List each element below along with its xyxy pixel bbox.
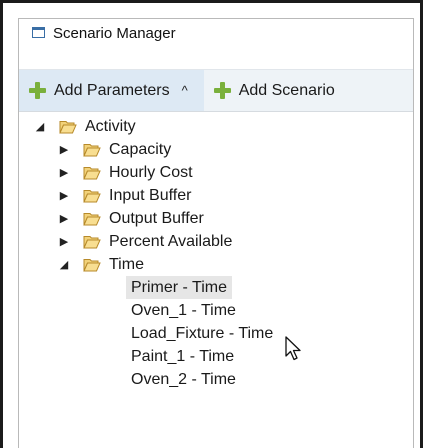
add-scenario-button[interactable]: Add Scenario (204, 70, 345, 111)
collapse-toggle-icon[interactable]: ▶ (59, 166, 69, 179)
folder-open-icon (83, 212, 101, 226)
tree-node-output-buffer[interactable]: ▶ Output Buffer (59, 207, 204, 230)
title-bar: Scenario Manager (19, 19, 413, 51)
tree-leaf-primer-time[interactable]: Primer - Time (126, 276, 232, 299)
mouse-cursor-icon (285, 336, 301, 361)
collapse-toggle-icon[interactable]: ▶ (59, 143, 69, 156)
scenario-manager-panel: Scenario Manager Add Parameters ^ Add Sc… (18, 18, 414, 448)
tree-node-label: Output Buffer (109, 209, 204, 227)
expand-toggle-icon[interactable]: ◢ (35, 120, 45, 133)
folder-open-icon (83, 143, 101, 157)
expand-toggle-icon[interactable]: ◢ (59, 258, 69, 271)
tree-node-percent-available[interactable]: ▶ Percent Available (59, 230, 233, 253)
tree-node-label: Capacity (109, 140, 172, 158)
window-title: Scenario Manager (53, 25, 176, 42)
tree-node-label: Percent Available (109, 232, 233, 250)
caret-up-icon[interactable]: ^ (182, 83, 188, 98)
collapse-toggle-icon[interactable]: ▶ (59, 212, 69, 225)
tree-leaf-label: Oven_2 - Time (131, 370, 236, 388)
tree-leaf-label: Oven_1 - Time (131, 301, 236, 319)
add-parameters-button[interactable]: Add Parameters ^ (19, 70, 204, 111)
collapse-toggle-icon[interactable]: ▶ (59, 189, 69, 202)
tree-node-label: Hourly Cost (109, 163, 193, 181)
tree-leaf-label: Primer - Time (126, 276, 232, 299)
tree-leaf-load-fixture-time[interactable]: Load_Fixture - Time (126, 322, 278, 345)
folder-open-icon (83, 166, 101, 180)
tree-leaf-paint-1-time[interactable]: Paint_1 - Time (126, 345, 239, 368)
folder-open-icon (83, 235, 101, 249)
plus-icon (213, 82, 231, 99)
add-scenario-label: Add Scenario (238, 81, 335, 99)
tree-node-time[interactable]: ◢ Time (59, 253, 144, 276)
tree-node-activity[interactable]: ◢ Activity (35, 115, 136, 138)
tree-node-capacity[interactable]: ▶ Capacity (59, 138, 171, 161)
folder-open-icon (83, 189, 101, 203)
folder-open-icon (59, 120, 77, 134)
tree-leaf-label: Paint_1 - Time (131, 347, 235, 365)
tree-leaf-oven-1-time[interactable]: Oven_1 - Time (126, 299, 241, 322)
tree-node-label: Activity (85, 117, 136, 135)
tree-leaf-label: Load_Fixture - Time (131, 324, 274, 342)
window-icon (32, 27, 45, 38)
add-parameters-label: Add Parameters (54, 81, 170, 99)
plus-icon (29, 82, 46, 99)
toolbar: Add Parameters ^ Add Scenario (19, 69, 413, 112)
tree-node-label: Input Buffer (109, 186, 192, 204)
collapse-toggle-icon[interactable]: ▶ (59, 235, 69, 248)
tree-node-input-buffer[interactable]: ▶ Input Buffer (59, 184, 192, 207)
tree-node-hourly-cost[interactable]: ▶ Hourly Cost (59, 161, 193, 184)
tree-leaf-oven-2-time[interactable]: Oven_2 - Time (126, 368, 241, 391)
folder-open-icon (83, 258, 101, 272)
tree-node-label: Time (109, 255, 144, 273)
